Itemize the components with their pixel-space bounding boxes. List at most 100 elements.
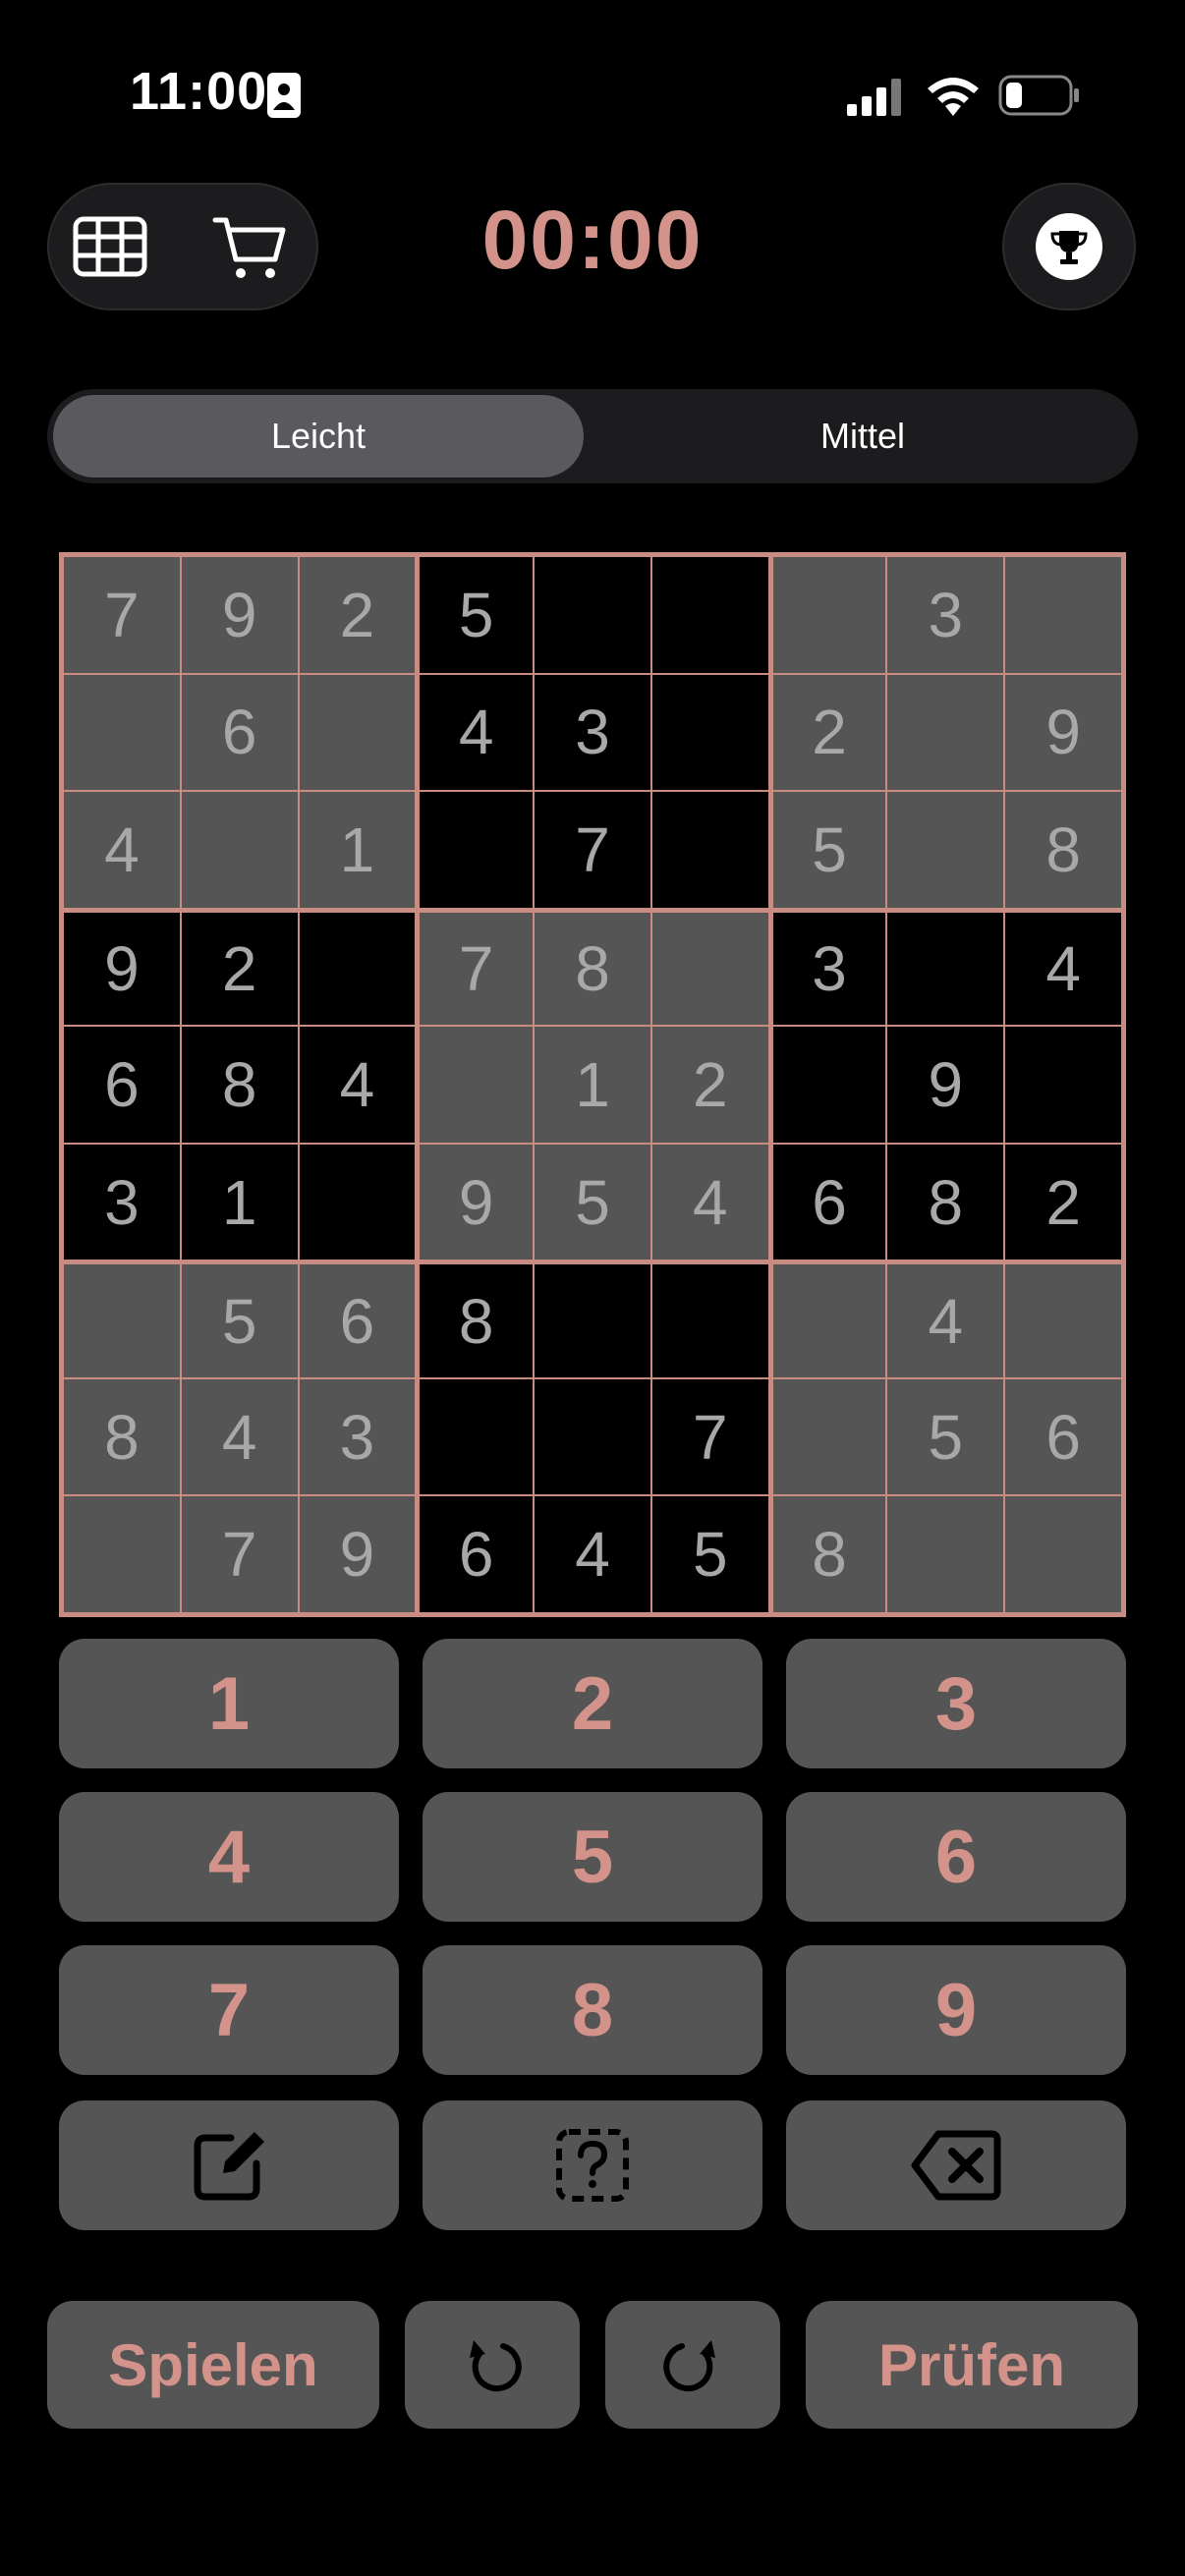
board-cell[interactable] bbox=[650, 791, 769, 909]
board-cell[interactable]: 5 bbox=[650, 1495, 769, 1613]
board-cell[interactable] bbox=[1004, 1495, 1122, 1613]
board-cell[interactable] bbox=[534, 1377, 651, 1496]
board-cell[interactable] bbox=[886, 908, 1005, 1027]
board-cell[interactable] bbox=[650, 908, 769, 1027]
board-cell[interactable]: 9 bbox=[298, 1495, 417, 1613]
board-cell[interactable]: 8 bbox=[768, 1495, 887, 1613]
board-cell[interactable]: 2 bbox=[650, 1026, 769, 1144]
board-cell[interactable] bbox=[534, 1260, 651, 1378]
number-key[interactable]: 7 bbox=[59, 1945, 399, 2075]
board-cell[interactable]: 8 bbox=[180, 1026, 299, 1144]
number-key[interactable]: 8 bbox=[423, 1945, 762, 2075]
board-cell[interactable] bbox=[416, 791, 535, 909]
check-button[interactable]: Prüfen bbox=[806, 2301, 1138, 2429]
board-cell[interactable]: 9 bbox=[1004, 673, 1122, 792]
board-cell[interactable]: 8 bbox=[63, 1377, 181, 1496]
board-cell[interactable] bbox=[886, 791, 1005, 909]
board-cell[interactable]: 9 bbox=[416, 1143, 535, 1261]
board-cell[interactable]: 9 bbox=[63, 908, 181, 1027]
board-cell[interactable] bbox=[1004, 556, 1122, 674]
board-cell[interactable]: 8 bbox=[534, 908, 651, 1027]
undo-button[interactable] bbox=[405, 2301, 580, 2429]
board-cell[interactable]: 4 bbox=[886, 1260, 1005, 1378]
board-cell[interactable]: 5 bbox=[534, 1143, 651, 1261]
board-cell[interactable]: 6 bbox=[416, 1495, 535, 1613]
board-cell[interactable] bbox=[416, 1026, 535, 1144]
board-cell[interactable]: 6 bbox=[63, 1026, 181, 1144]
board-cell[interactable]: 4 bbox=[180, 1377, 299, 1496]
tab-leicht[interactable]: Leicht bbox=[53, 395, 584, 477]
board-cell[interactable]: 9 bbox=[180, 556, 299, 674]
board-cell[interactable] bbox=[768, 1026, 887, 1144]
board-cell[interactable]: 2 bbox=[180, 908, 299, 1027]
board-cell[interactable] bbox=[1004, 1026, 1122, 1144]
board-cell[interactable]: 3 bbox=[886, 556, 1005, 674]
board-cell[interactable] bbox=[534, 556, 651, 674]
board-cell[interactable]: 9 bbox=[886, 1026, 1005, 1144]
board-cell[interactable] bbox=[63, 673, 181, 792]
notes-button[interactable] bbox=[59, 2100, 399, 2230]
play-button[interactable]: Spielen bbox=[47, 2301, 379, 2429]
board-cell[interactable]: 5 bbox=[768, 791, 887, 909]
board-cell[interactable] bbox=[298, 1143, 417, 1261]
board-cell[interactable]: 8 bbox=[1004, 791, 1122, 909]
board-cell[interactable]: 8 bbox=[886, 1143, 1005, 1261]
hint-button[interactable] bbox=[423, 2100, 762, 2230]
board-cell[interactable] bbox=[650, 673, 769, 792]
redo-button[interactable] bbox=[605, 2301, 780, 2429]
erase-button[interactable] bbox=[786, 2100, 1126, 2230]
board-cell[interactable] bbox=[886, 673, 1005, 792]
board-cell[interactable] bbox=[650, 556, 769, 674]
board-cell[interactable]: 6 bbox=[768, 1143, 887, 1261]
board-cell[interactable]: 4 bbox=[534, 1495, 651, 1613]
board-cell[interactable]: 3 bbox=[768, 908, 887, 1027]
board-cell[interactable]: 5 bbox=[416, 556, 535, 674]
number-key[interactable]: 6 bbox=[786, 1792, 1126, 1922]
board-cell[interactable]: 4 bbox=[63, 791, 181, 909]
number-key[interactable]: 9 bbox=[786, 1945, 1126, 2075]
board-cell[interactable]: 2 bbox=[1004, 1143, 1122, 1261]
board-cell[interactable]: 1 bbox=[534, 1026, 651, 1144]
board-cell[interactable]: 6 bbox=[1004, 1377, 1122, 1496]
board-cell[interactable]: 7 bbox=[534, 791, 651, 909]
board-cell[interactable] bbox=[63, 1495, 181, 1613]
board-cell[interactable] bbox=[768, 1260, 887, 1378]
board-cell[interactable]: 5 bbox=[886, 1377, 1005, 1496]
board-cell[interactable] bbox=[63, 1260, 181, 1378]
board-cell[interactable] bbox=[886, 1495, 1005, 1613]
tab-mittel[interactable]: Mittel bbox=[593, 395, 1132, 477]
board-cell[interactable]: 2 bbox=[768, 673, 887, 792]
board-cell[interactable]: 5 bbox=[180, 1260, 299, 1378]
number-key[interactable]: 1 bbox=[59, 1639, 399, 1768]
number-key[interactable]: 4 bbox=[59, 1792, 399, 1922]
board-cell[interactable]: 2 bbox=[298, 556, 417, 674]
board-cell[interactable]: 3 bbox=[298, 1377, 417, 1496]
board-cell[interactable] bbox=[768, 1377, 887, 1496]
board-cell[interactable]: 6 bbox=[298, 1260, 417, 1378]
number-key[interactable]: 3 bbox=[786, 1639, 1126, 1768]
board-cell[interactable]: 7 bbox=[650, 1377, 769, 1496]
board-cell[interactable]: 4 bbox=[416, 673, 535, 792]
board-cell[interactable]: 7 bbox=[416, 908, 535, 1027]
board-cell[interactable]: 7 bbox=[180, 1495, 299, 1613]
board-cell[interactable]: 1 bbox=[298, 791, 417, 909]
board-cell[interactable] bbox=[1004, 1260, 1122, 1378]
board-cell[interactable]: 4 bbox=[650, 1143, 769, 1261]
board-cell[interactable] bbox=[180, 791, 299, 909]
board-cell[interactable] bbox=[298, 908, 417, 1027]
board-cell[interactable]: 3 bbox=[63, 1143, 181, 1261]
board-cell[interactable]: 4 bbox=[298, 1026, 417, 1144]
board-cell[interactable] bbox=[650, 1260, 769, 1378]
number-key[interactable]: 5 bbox=[423, 1792, 762, 1922]
board-cell[interactable]: 1 bbox=[180, 1143, 299, 1261]
board-cell[interactable]: 3 bbox=[534, 673, 651, 792]
number-key[interactable]: 2 bbox=[423, 1639, 762, 1768]
trophy-button[interactable] bbox=[1002, 183, 1136, 310]
board-cell[interactable]: 6 bbox=[180, 673, 299, 792]
board-cell[interactable] bbox=[298, 673, 417, 792]
board-cell[interactable]: 4 bbox=[1004, 908, 1122, 1027]
board-cell[interactable]: 8 bbox=[416, 1260, 535, 1378]
board-cell[interactable] bbox=[768, 556, 887, 674]
board-cell[interactable]: 7 bbox=[63, 556, 181, 674]
board-cell[interactable] bbox=[416, 1377, 535, 1496]
